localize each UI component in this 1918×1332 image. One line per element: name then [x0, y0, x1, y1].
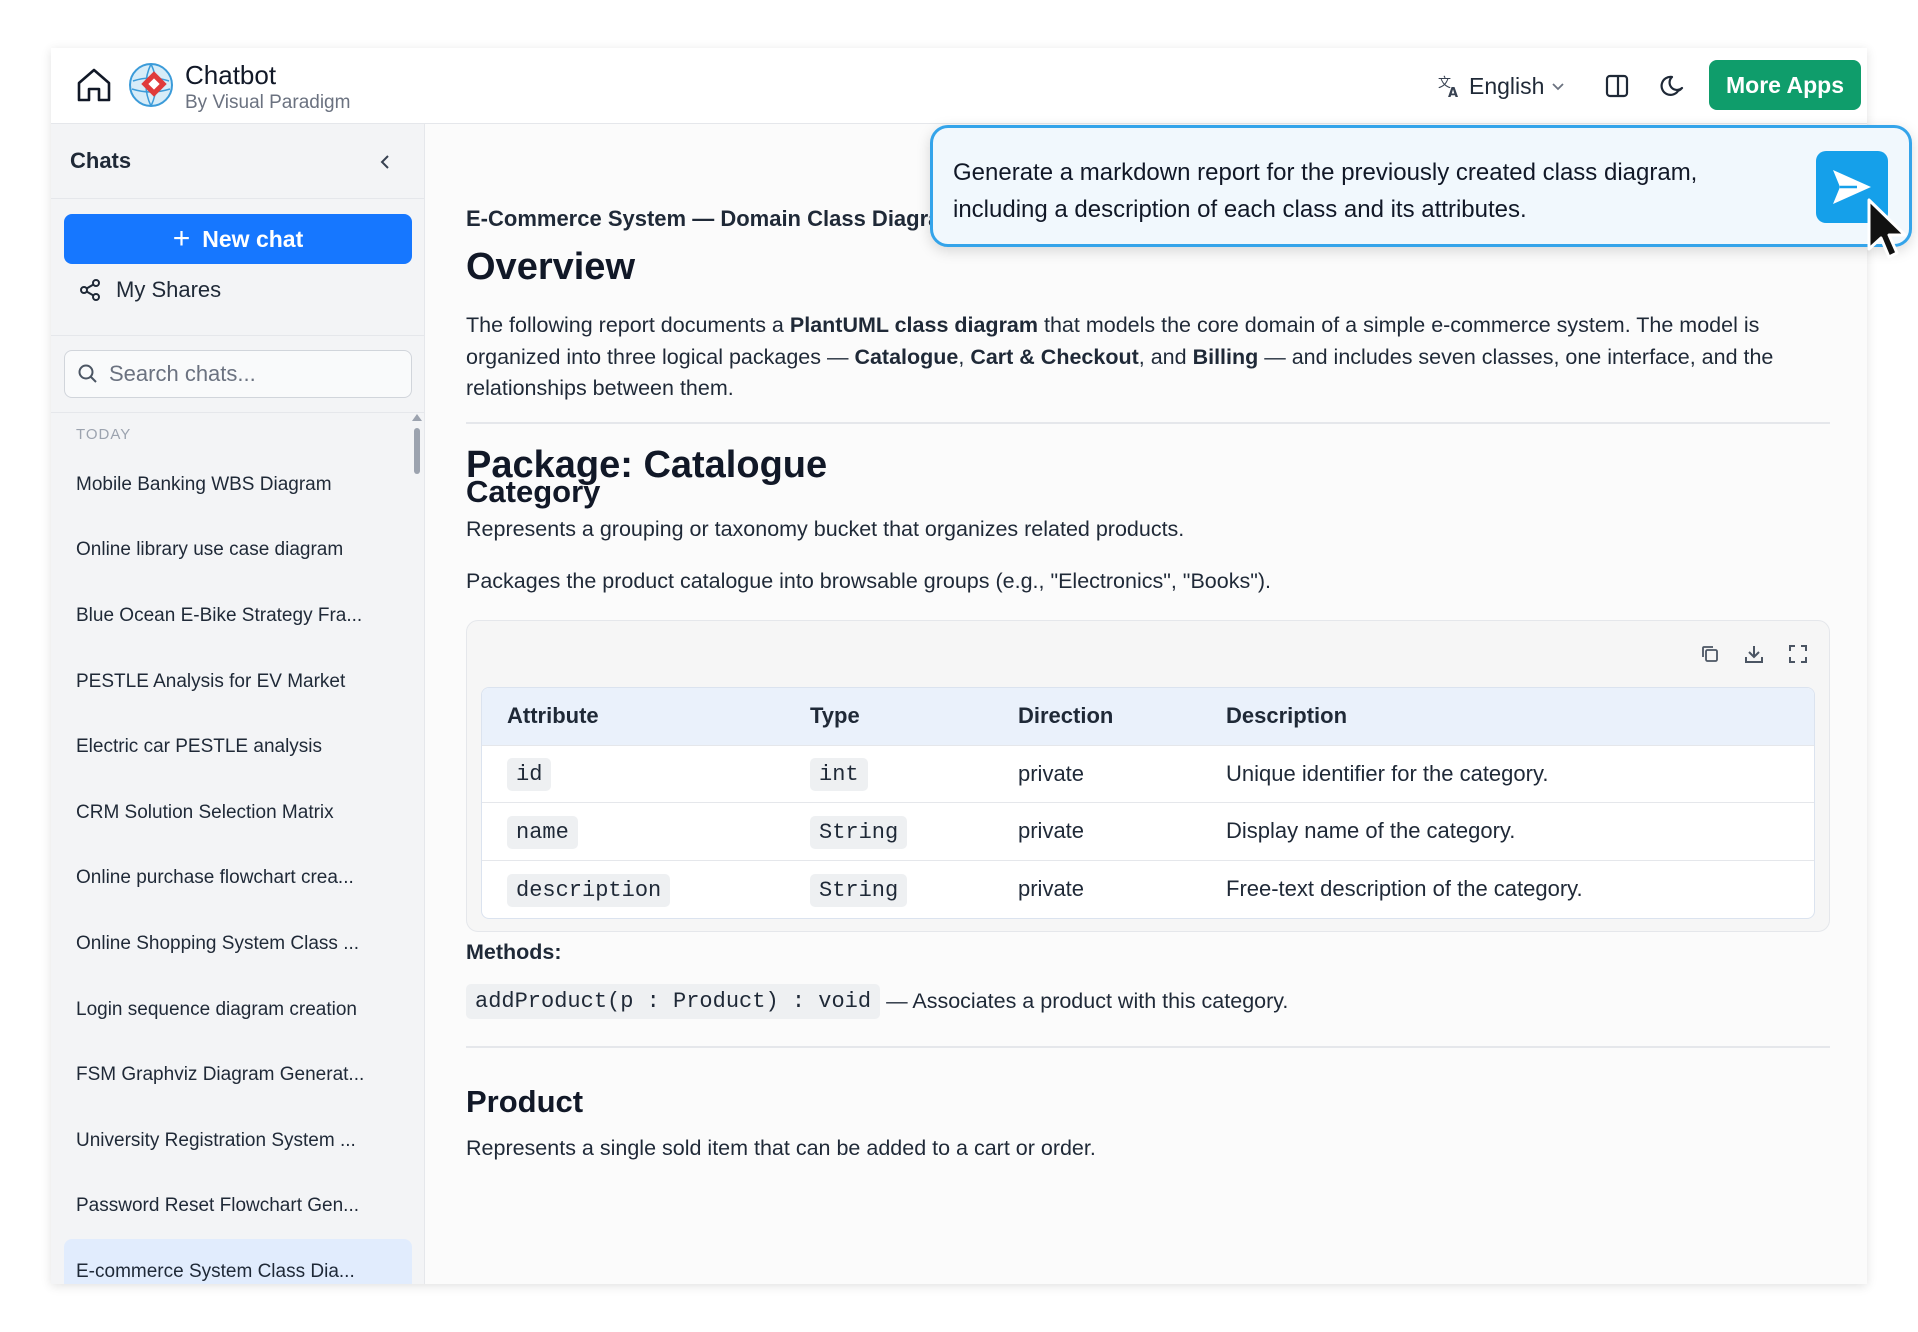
- column-header: Type: [785, 688, 993, 745]
- category-heading: Category: [466, 474, 601, 509]
- category-description: Represents a grouping or taxonomy bucket…: [466, 517, 1185, 541]
- attribute-cell: name: [482, 802, 785, 860]
- mouse-pointer-icon: [1867, 198, 1907, 259]
- overview-heading: Overview: [466, 246, 635, 288]
- table-row: description String private Free-text des…: [482, 859, 1814, 918]
- attribute-cell: id: [482, 744, 785, 803]
- method-signature: addProduct(p : Product) : void: [466, 984, 881, 1019]
- divider: [466, 422, 1830, 424]
- table-row: id int private Unique identifier for the…: [482, 744, 1814, 803]
- type-cell: String: [785, 802, 993, 860]
- chat-list-item[interactable]: Online Shopping System Class ...: [64, 911, 412, 977]
- download-icon[interactable]: [1741, 641, 1767, 667]
- chat-list-item[interactable]: Mobile Banking WBS Diagram: [64, 452, 412, 518]
- table-row: name String private Display name of the …: [482, 802, 1814, 860]
- chat-list-item[interactable]: Electric car PESTLE analysis: [64, 714, 412, 780]
- sidebar-scrollbar[interactable]: [411, 414, 422, 474]
- column-header: Description: [1201, 688, 1814, 745]
- product-heading: Product: [466, 1084, 584, 1119]
- sidebar-header: Chats: [51, 124, 425, 199]
- method-description: — Associates a product with this categor…: [886, 989, 1289, 1013]
- chat-list-item[interactable]: Login sequence diagram creation: [64, 977, 412, 1043]
- collapse-sidebar-icon[interactable]: [369, 146, 401, 178]
- description-cell: Unique identifier for the category.: [1201, 744, 1814, 803]
- brand-subtitle: By Visual Paradigm: [185, 92, 351, 113]
- dark-mode-icon[interactable]: [1655, 68, 1691, 104]
- main-content: E-Commerce System — Domain Class Diagram…: [425, 124, 1867, 1284]
- sidebar-title: Chats: [70, 148, 132, 173]
- direction-cell: private: [993, 802, 1201, 860]
- direction-cell: private: [993, 744, 1201, 803]
- product-description: Represents a single sold item that can b…: [466, 1136, 1096, 1160]
- methods-label: Methods:: [466, 940, 562, 964]
- search-icon: [78, 364, 97, 383]
- chat-list: Mobile Banking WBS Diagram Online librar…: [64, 452, 412, 1284]
- home-icon[interactable]: [71, 62, 117, 108]
- table-toolbar: [1697, 641, 1811, 667]
- type-cell: String: [785, 859, 993, 918]
- brand-title: Chatbot: [185, 60, 277, 90]
- divider: [51, 335, 425, 336]
- overview-paragraph: The following report documents a PlantUM…: [466, 313, 1774, 400]
- prompt-text[interactable]: Generate a markdown report for the previ…: [953, 154, 1773, 228]
- chat-list-item[interactable]: FSM Graphviz Diagram Generat...: [64, 1042, 412, 1108]
- attribute-cell: description: [482, 859, 785, 918]
- visual-paradigm-logo: [127, 61, 175, 109]
- more-apps-button[interactable]: More Apps: [1709, 60, 1861, 110]
- document-title: E-Commerce System — Domain Class Diagram: [466, 206, 960, 231]
- description-cell: Display name of the category.: [1201, 802, 1814, 860]
- chevron-down-icon: [1552, 83, 1565, 91]
- method-entry: addProduct(p : Product) : void — Associa…: [466, 984, 1288, 1019]
- language-selector[interactable]: 文 A English: [1437, 70, 1566, 102]
- chat-list-item-active[interactable]: E-commerce System Class Dia...: [64, 1239, 412, 1284]
- search-input[interactable]: [109, 361, 399, 387]
- search-box[interactable]: [64, 350, 412, 398]
- description-cell: Free-text description of the category.: [1201, 859, 1814, 918]
- column-header: Direction: [993, 688, 1201, 745]
- new-chat-label: New chat: [202, 225, 304, 252]
- chat-list-item[interactable]: Online purchase flowchart crea...: [64, 846, 412, 912]
- table-header-row: Attribute Type Direction Description: [482, 688, 1814, 745]
- copy-icon[interactable]: [1697, 641, 1723, 667]
- my-shares-label: My Shares: [116, 277, 222, 302]
- new-chat-button[interactable]: + New chat: [64, 214, 412, 264]
- chat-list-item[interactable]: CRM Solution Selection Matrix: [64, 780, 412, 846]
- divider: [466, 1046, 1830, 1048]
- chat-sidebar: Chats + New chat My Shares TODAY: [51, 124, 425, 1284]
- share-icon: [80, 279, 100, 301]
- prompt-input-bubble[interactable]: Generate a markdown report for the previ…: [930, 125, 1912, 247]
- attribute-table: Attribute Type Direction Description id …: [481, 687, 1815, 919]
- chat-list-item[interactable]: University Registration System ...: [64, 1108, 412, 1174]
- chat-list-item[interactable]: Password Reset Flowchart Gen...: [64, 1174, 412, 1240]
- my-shares-link[interactable]: My Shares: [78, 277, 221, 303]
- language-label: English: [1469, 72, 1545, 99]
- top-header: Chatbot By Visual Paradigm 文 A English M…: [51, 48, 1867, 124]
- svg-text:A: A: [1448, 86, 1458, 99]
- column-header: Attribute: [482, 688, 785, 745]
- scrollbar-thumb[interactable]: [414, 428, 420, 474]
- type-cell: int: [785, 744, 993, 803]
- chat-list-item[interactable]: Blue Ocean E-Bike Strategy Fra...: [64, 583, 412, 649]
- plus-icon: +: [172, 222, 191, 255]
- translate-icon: 文 A: [1438, 76, 1458, 99]
- scroll-up-arrow-icon[interactable]: [412, 414, 422, 421]
- divider: [51, 412, 425, 413]
- chat-list-item[interactable]: Online library use case diagram: [64, 518, 412, 584]
- fullscreen-icon[interactable]: [1785, 641, 1811, 667]
- section-label-today: TODAY: [76, 426, 132, 443]
- category-note: Packages the product catalogue into brow…: [466, 569, 1271, 593]
- chat-list-item[interactable]: PESTLE Analysis for EV Market: [64, 649, 412, 715]
- direction-cell: private: [993, 859, 1201, 918]
- sidebar-toggle-icon[interactable]: [1599, 68, 1635, 104]
- attribute-table-card: Attribute Type Direction Description id …: [466, 620, 1830, 932]
